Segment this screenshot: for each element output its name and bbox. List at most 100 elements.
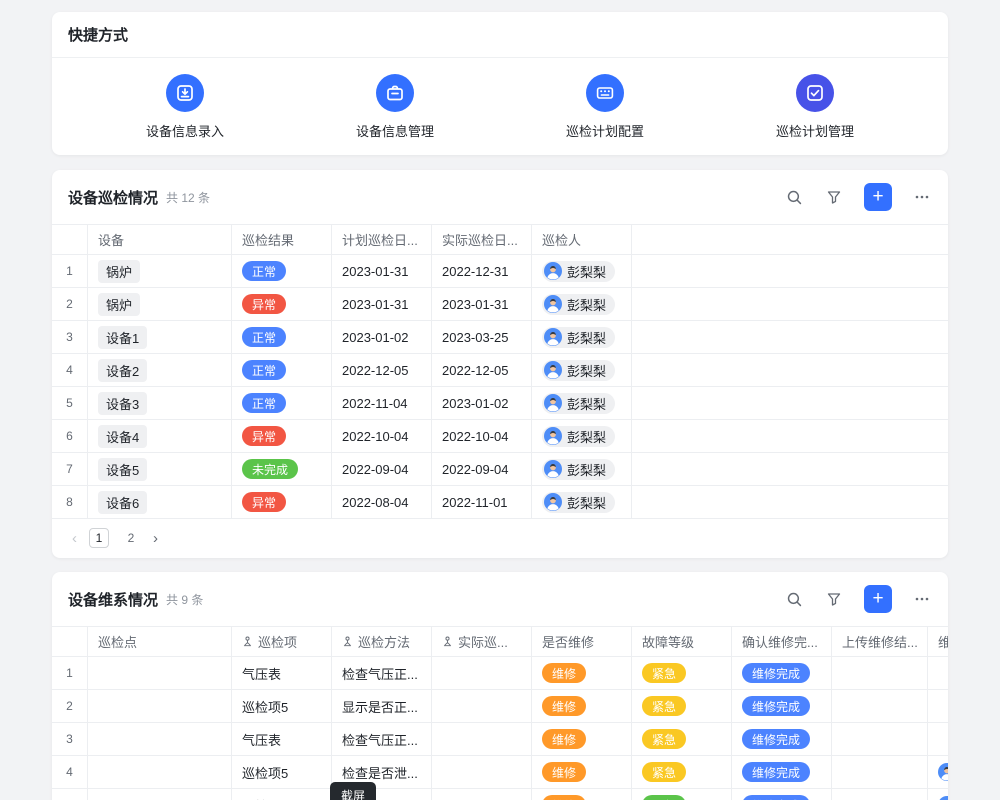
column-header[interactable]: 巡检结果 [232, 225, 332, 254]
column-header[interactable]: 巡检方法 [332, 627, 432, 656]
confirm-cell[interactable]: 维修完成 [732, 657, 832, 689]
table-row[interactable]: 4巡检项5检查是否泄...维修紧急维修完成 [52, 756, 948, 789]
actual-cell[interactable] [432, 690, 532, 722]
device-cell[interactable]: 设备3 [88, 387, 232, 419]
plan-date-cell[interactable]: 2023-01-02 [332, 321, 432, 353]
confirm-cell[interactable]: 维修完成 [732, 723, 832, 755]
level-cell[interactable]: 紧急 [632, 657, 732, 689]
column-header[interactable]: 故障等级 [632, 627, 732, 656]
plan-date-cell[interactable]: 2022-10-04 [332, 420, 432, 452]
point-cell[interactable] [88, 789, 232, 800]
result-cell[interactable]: 正常 [232, 354, 332, 386]
device-cell[interactable]: 锅炉 [88, 288, 232, 320]
actual-cell[interactable] [432, 723, 532, 755]
more-icon[interactable] [912, 187, 932, 207]
actual-cell[interactable] [432, 756, 532, 788]
repair-cell[interactable]: 维修 [532, 756, 632, 788]
plan-date-cell[interactable]: 2023-01-31 [332, 255, 432, 287]
device-cell[interactable]: 设备1 [88, 321, 232, 353]
shortcut-device-manage[interactable]: 设备信息管理 [290, 74, 500, 140]
table-row[interactable]: 3设备1正常2023-01-022023-03-25彭梨梨 [52, 321, 948, 354]
table-row[interactable]: 8设备6异常2022-08-042022-11-01彭梨梨 [52, 486, 948, 519]
column-header[interactable]: 巡检项 [232, 627, 332, 656]
plan-date-cell[interactable]: 2022-08-04 [332, 486, 432, 518]
table-row[interactable]: 7设备5未完成2022-09-042022-09-04彭梨梨 [52, 453, 948, 486]
level-cell[interactable]: 紧急 [632, 756, 732, 788]
next-page-button[interactable]: › [153, 531, 158, 546]
upload-cell[interactable] [832, 690, 928, 722]
method-cell[interactable]: 检查气压正... [332, 723, 432, 755]
add-record-button[interactable]: + [864, 183, 892, 211]
column-header[interactable]: 设备 [88, 225, 232, 254]
table-row[interactable]: 5巡检项5显示是否正...维修一般维修完成 [52, 789, 948, 800]
point-cell[interactable] [88, 657, 232, 689]
search-icon[interactable] [784, 187, 804, 207]
column-header[interactable]: 实际巡检日... [432, 225, 532, 254]
column-header[interactable]: 实际巡... [432, 627, 532, 656]
method-cell[interactable]: 检查气压正... [332, 657, 432, 689]
repair-cell[interactable]: 维修 [532, 690, 632, 722]
inspector-cell[interactable]: 彭梨梨 [532, 288, 632, 320]
table-row[interactable]: 1锅炉正常2023-01-312022-12-31彭梨梨 [52, 255, 948, 288]
result-cell[interactable]: 异常 [232, 420, 332, 452]
table-row[interactable]: 2巡检项5显示是否正...维修紧急维修完成 [52, 690, 948, 723]
point-cell[interactable] [88, 756, 232, 788]
table-row[interactable]: 6设备4异常2022-10-042022-10-04彭梨梨 [52, 420, 948, 453]
prev-page-button[interactable]: ‹ [72, 531, 77, 546]
actual-date-cell[interactable]: 2023-03-25 [432, 321, 532, 353]
result-cell[interactable]: 异常 [232, 288, 332, 320]
level-cell[interactable]: 紧急 [632, 723, 732, 755]
add-record-button[interactable]: + [864, 585, 892, 613]
shortcut-device-entry[interactable]: 设备信息录入 [80, 74, 290, 140]
upload-cell[interactable] [832, 657, 928, 689]
column-header[interactable]: 是否维修 [532, 627, 632, 656]
upload-cell[interactable] [832, 723, 928, 755]
shortcut-plan-config[interactable]: 巡检计划配置 [500, 74, 710, 140]
actual-date-cell[interactable]: 2023-01-31 [432, 288, 532, 320]
result-cell[interactable]: 正常 [232, 255, 332, 287]
actual-date-cell[interactable]: 2022-12-31 [432, 255, 532, 287]
actual-date-cell[interactable]: 2022-10-04 [432, 420, 532, 452]
inspector-cell[interactable]: 彭梨梨 [532, 420, 632, 452]
inspector-cell[interactable]: 彭梨梨 [532, 354, 632, 386]
actual-date-cell[interactable]: 2022-11-01 [432, 486, 532, 518]
result-cell[interactable]: 异常 [232, 486, 332, 518]
plan-date-cell[interactable]: 2022-12-05 [332, 354, 432, 386]
table-row[interactable]: 3气压表检查气压正...维修紧急维修完成 [52, 723, 948, 756]
actual-cell[interactable] [432, 789, 532, 800]
plan-date-cell[interactable]: 2022-11-04 [332, 387, 432, 419]
method-cell[interactable]: 显示是否正... [332, 690, 432, 722]
confirm-cell[interactable]: 维修完成 [732, 756, 832, 788]
filter-icon[interactable] [824, 187, 844, 207]
inspector-cell[interactable]: 彭梨梨 [532, 255, 632, 287]
level-cell[interactable]: 紧急 [632, 690, 732, 722]
more-icon[interactable] [912, 589, 932, 609]
plan-date-cell[interactable]: 2023-01-31 [332, 288, 432, 320]
plan-date-cell[interactable]: 2022-09-04 [332, 453, 432, 485]
upload-cell[interactable] [832, 789, 928, 800]
level-cell[interactable]: 一般 [632, 789, 732, 800]
search-icon[interactable] [784, 589, 804, 609]
device-cell[interactable]: 设备2 [88, 354, 232, 386]
inspector-cell[interactable]: 彭梨梨 [532, 387, 632, 419]
table-row[interactable]: 4设备2正常2022-12-052022-12-05彭梨梨 [52, 354, 948, 387]
repair-cell[interactable]: 维修 [532, 657, 632, 689]
device-cell[interactable]: 锅炉 [88, 255, 232, 287]
result-cell[interactable]: 未完成 [232, 453, 332, 485]
filter-icon[interactable] [824, 589, 844, 609]
page-button-2[interactable]: 2 [121, 528, 141, 548]
inspector-cell[interactable]: 彭梨梨 [532, 453, 632, 485]
item-cell[interactable]: 巡检项5 [232, 756, 332, 788]
item-cell[interactable]: 气压表 [232, 657, 332, 689]
actual-date-cell[interactable]: 2022-12-05 [432, 354, 532, 386]
confirm-cell[interactable]: 维修完成 [732, 690, 832, 722]
device-cell[interactable]: 设备6 [88, 486, 232, 518]
point-cell[interactable] [88, 723, 232, 755]
page-button-1[interactable]: 1 [89, 528, 109, 548]
column-header[interactable]: 计划巡检日... [332, 225, 432, 254]
shortcut-plan-manage[interactable]: 巡检计划管理 [710, 74, 920, 140]
repair-cell[interactable]: 维修 [532, 789, 632, 800]
confirm-cell[interactable]: 维修完成 [732, 789, 832, 800]
device-cell[interactable]: 设备4 [88, 420, 232, 452]
column-header[interactable]: 确认维修完... [732, 627, 832, 656]
